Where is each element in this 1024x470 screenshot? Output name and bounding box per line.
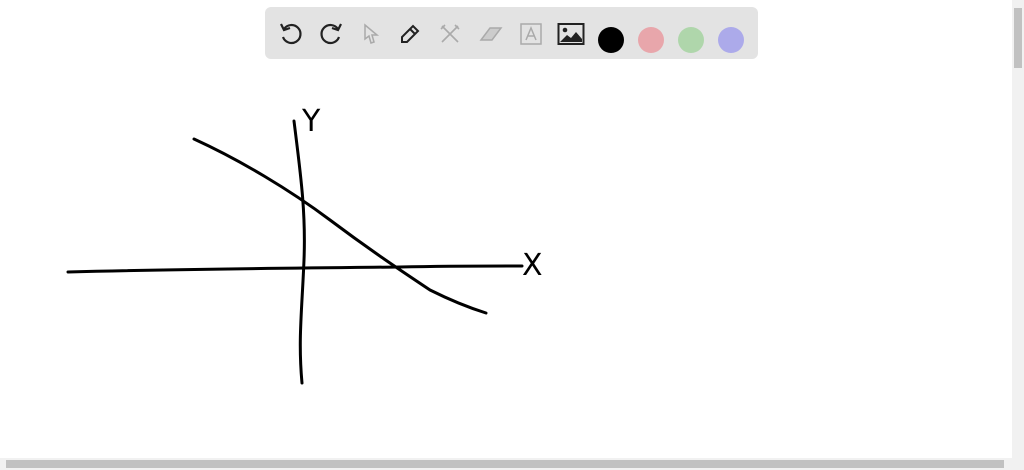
color-black[interactable] xyxy=(598,27,624,53)
vertical-scrollbar[interactable] xyxy=(1012,0,1024,458)
image-tool[interactable] xyxy=(557,20,585,48)
x-axis-label: X xyxy=(522,248,543,283)
tools-button[interactable] xyxy=(436,20,464,48)
undo-icon xyxy=(280,23,302,45)
y-axis-label: Y xyxy=(301,104,321,139)
horizontal-scrollbar[interactable] xyxy=(0,458,1012,470)
toolbar xyxy=(265,7,758,59)
vertical-scroll-thumb[interactable] xyxy=(1014,8,1022,68)
text-tool[interactable] xyxy=(517,20,545,48)
image-icon xyxy=(557,23,585,45)
eraser-icon xyxy=(479,27,503,41)
eraser-tool[interactable] xyxy=(477,20,505,48)
sketch: Y X xyxy=(66,104,543,385)
redo-icon xyxy=(320,23,342,45)
color-blue[interactable] xyxy=(718,27,744,53)
x-axis-stroke xyxy=(66,264,524,274)
horizontal-scroll-thumb[interactable] xyxy=(6,460,1004,468)
undo-button[interactable] xyxy=(277,20,305,48)
line-stroke xyxy=(192,137,488,315)
tools-icon xyxy=(440,24,460,43)
scrollbar-corner xyxy=(1012,458,1024,470)
y-axis-stroke xyxy=(292,119,306,385)
drawing-canvas[interactable]: Y X xyxy=(0,0,1012,458)
pen-tool[interactable] xyxy=(396,20,424,48)
text-icon xyxy=(520,23,542,45)
pen-icon xyxy=(401,24,420,43)
color-red[interactable] xyxy=(638,27,664,53)
redo-button[interactable] xyxy=(317,20,345,48)
select-tool[interactable] xyxy=(357,20,385,48)
select-icon xyxy=(364,23,380,44)
color-green[interactable] xyxy=(678,27,704,53)
